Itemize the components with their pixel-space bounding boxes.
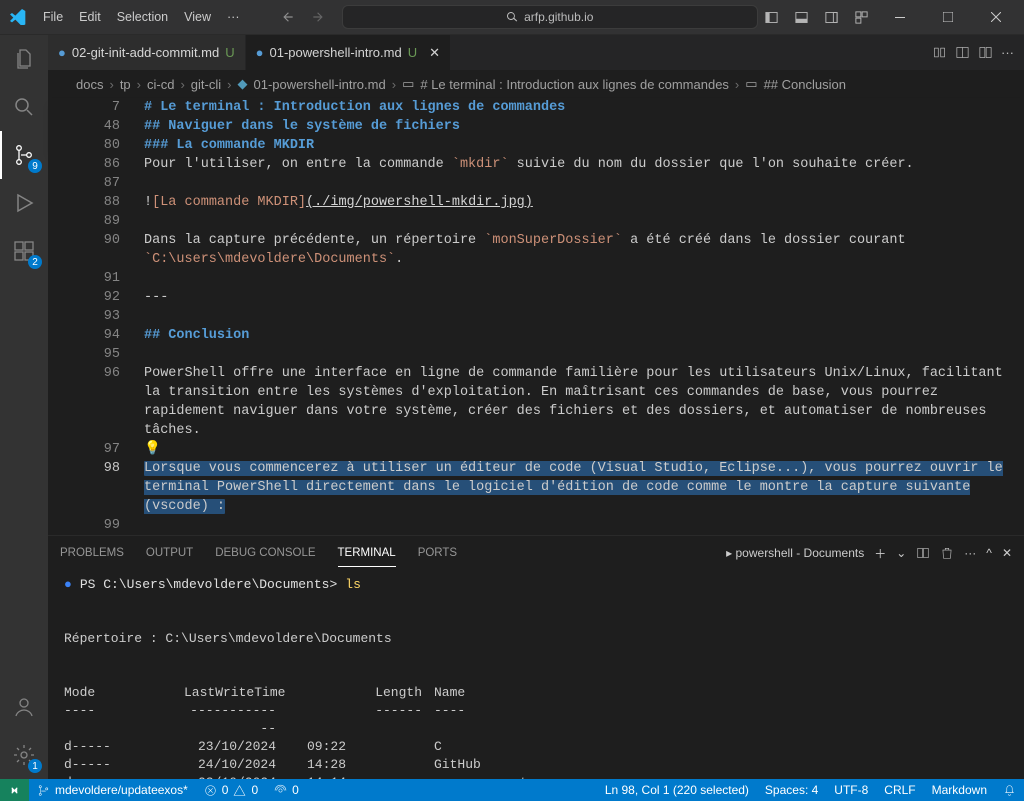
settings-badge: 1: [28, 759, 42, 773]
close-tab-icon[interactable]: ✕: [429, 45, 440, 61]
window-close[interactable]: [974, 0, 1018, 35]
symbol-icon: ▭: [745, 76, 757, 92]
activity-account[interactable]: [0, 683, 48, 731]
panel-tab-problems[interactable]: PROBLEMS: [60, 547, 124, 559]
ports-status[interactable]: 0: [266, 783, 307, 797]
symbol-icon: ▭: [402, 76, 414, 92]
nav-buttons: [276, 5, 330, 29]
layout-toggle-1-icon[interactable]: [758, 4, 784, 30]
title-bar: File Edit Selection View ··· arfp.github…: [0, 0, 1024, 35]
cursor-position[interactable]: Ln 98, Col 1 (220 selected): [597, 783, 757, 797]
panel-tab-terminal[interactable]: TERMINAL: [338, 547, 396, 559]
language-mode[interactable]: Markdown: [924, 783, 995, 797]
modified-dot-icon: ●: [256, 45, 264, 60]
terminal-selector[interactable]: ▸ powershell - Documents: [726, 546, 864, 560]
sticky-scroll[interactable]: 7# Le terminal : Introduction aux lignes…: [48, 98, 1024, 155]
layout-toggle-2-icon[interactable]: [788, 4, 814, 30]
problems-status[interactable]: 0 0: [196, 783, 266, 797]
list-item: d-----24/10/202414:28GitHub: [64, 756, 1008, 774]
menu-selection[interactable]: Selection: [109, 10, 176, 24]
notifications-icon[interactable]: [995, 783, 1024, 797]
panel-more-icon[interactable]: ···: [964, 546, 976, 560]
eol[interactable]: CRLF: [876, 783, 923, 797]
panel-tabs: PROBLEMS OUTPUT DEBUG CONSOLE TERMINAL P…: [48, 536, 1024, 570]
layout-customize-icon[interactable]: [848, 4, 874, 30]
menu-view[interactable]: View: [176, 10, 219, 24]
status-bar: mdevoldere/updateexos* 0 0 0 Ln 98, Col …: [0, 779, 1024, 801]
panel-maximize-icon[interactable]: ^: [986, 546, 992, 560]
tab-git-intro[interactable]: ● 02-git-init-add-commit.md U: [48, 35, 246, 70]
activity-extensions[interactable]: 2: [0, 227, 48, 275]
editor-tabs[interactable]: ● 02-git-init-add-commit.md U ● 01-power…: [48, 35, 1024, 70]
new-terminal-icon[interactable]: ＋: [874, 545, 886, 562]
tab-modified-badge: U: [408, 45, 417, 60]
panel-close-icon[interactable]: ✕: [1002, 546, 1012, 560]
menu-edit[interactable]: Edit: [71, 10, 109, 24]
kill-terminal-icon[interactable]: [940, 546, 954, 560]
scm-badge: 9: [28, 159, 42, 173]
search-text: arfp.github.io: [524, 10, 593, 24]
remote-indicator[interactable]: [0, 779, 29, 801]
panel-tab-debug[interactable]: DEBUG CONSOLE: [215, 547, 315, 559]
split-terminal-icon[interactable]: [916, 546, 930, 560]
panel-tab-ports[interactable]: PORTS: [418, 547, 457, 559]
window-minimize[interactable]: [878, 0, 922, 35]
command-center-search[interactable]: arfp.github.io: [342, 5, 758, 29]
more-actions-icon[interactable]: ···: [1001, 45, 1014, 60]
editor-body[interactable]: 86Pour l'utiliser, on entre la commande …: [48, 155, 1024, 535]
activity-search[interactable]: [0, 83, 48, 131]
tab-powershell-intro[interactable]: ● 01-powershell-intro.md U ✕: [246, 35, 451, 70]
main-menu: File Edit Selection View ···: [35, 10, 248, 24]
nav-back[interactable]: [276, 5, 300, 29]
breadcrumb[interactable]: docs› tp› ci-cd› git-cli› ◆ 01-powershel…: [48, 70, 1024, 98]
menu-file[interactable]: File: [35, 10, 71, 24]
panel-tab-output[interactable]: OUTPUT: [146, 547, 193, 559]
ext-badge: 2: [28, 255, 42, 269]
tab-label: 02-git-init-add-commit.md: [72, 45, 219, 60]
window-maximize[interactable]: [926, 0, 970, 35]
modified-dot-icon: ●: [58, 45, 66, 60]
tab-label: 01-powershell-intro.md: [269, 45, 401, 60]
compare-icon[interactable]: [932, 45, 947, 60]
activity-debug[interactable]: [0, 179, 48, 227]
nav-forward[interactable]: [306, 5, 330, 29]
activity-settings[interactable]: 1: [0, 731, 48, 779]
panel: PROBLEMS OUTPUT DEBUG CONSOLE TERMINAL P…: [48, 535, 1024, 779]
menu-more[interactable]: ···: [219, 10, 248, 24]
activity-explorer[interactable]: [0, 35, 48, 83]
terminal-body[interactable]: ●PS C:\Users\mdevoldere\Documents> ls Ré…: [48, 570, 1024, 779]
tab-modified-badge: U: [225, 45, 234, 60]
list-item: d-----23/10/202409:22C: [64, 738, 1008, 756]
activity-bar: 9 2 1: [0, 35, 48, 779]
lightbulb-icon[interactable]: 💡: [144, 440, 1024, 459]
preview-icon[interactable]: [955, 45, 970, 60]
encoding[interactable]: UTF-8: [826, 783, 876, 797]
activity-scm[interactable]: 9: [0, 131, 48, 179]
git-branch[interactable]: mdevoldere/updateexos*: [29, 783, 196, 797]
indentation[interactable]: Spaces: 4: [757, 783, 826, 797]
layout-toggle-3-icon[interactable]: [818, 4, 844, 30]
terminal-dropdown-icon[interactable]: ⌄: [896, 546, 906, 560]
split-editor-icon[interactable]: [978, 45, 993, 60]
vscode-logo: [0, 9, 35, 25]
